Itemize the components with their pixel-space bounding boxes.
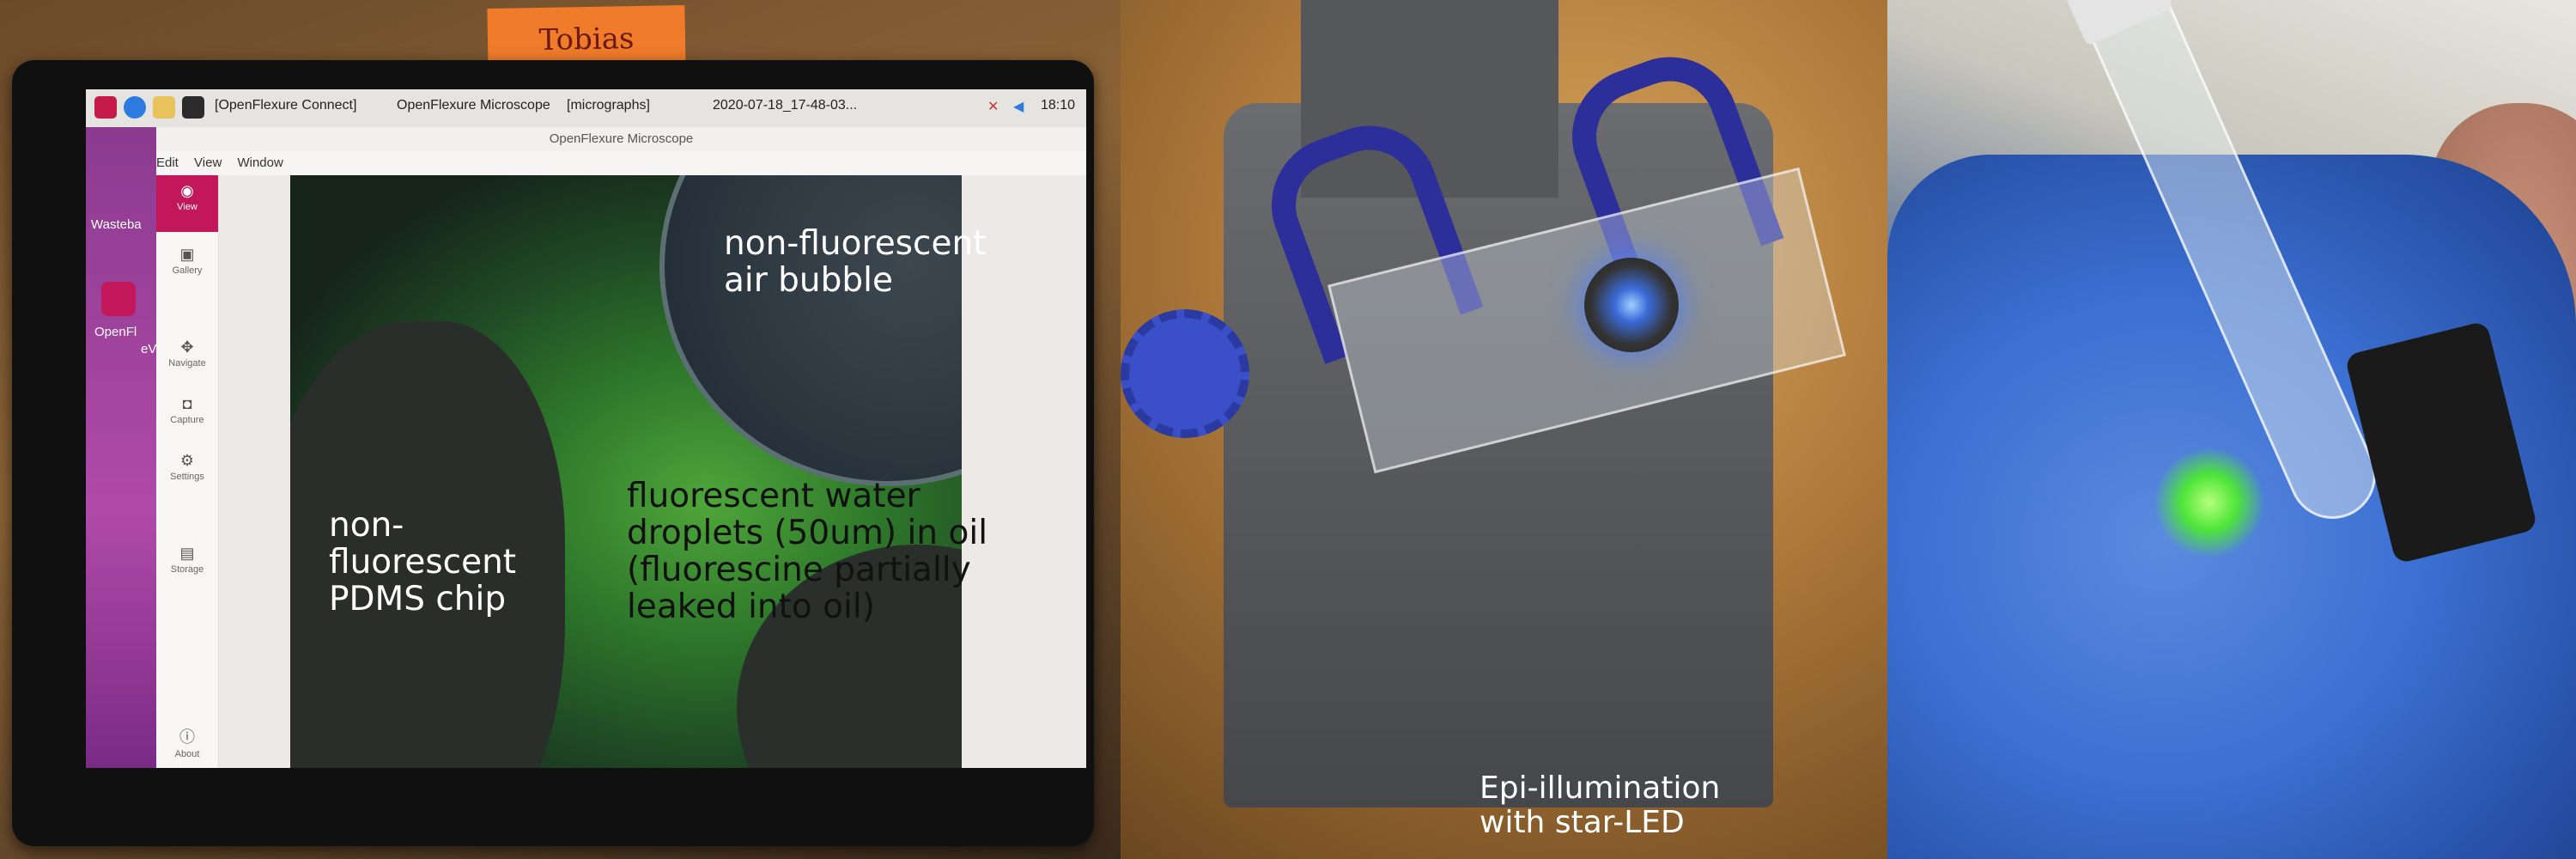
sidebar-item-settings[interactable]: ⚙ Settings xyxy=(156,452,218,482)
taskbar-item[interactable]: OpenFlexure Microscope xyxy=(397,98,550,113)
menu-item[interactable]: Window xyxy=(237,155,283,170)
window-title: OpenFlexure Microscope xyxy=(156,127,1086,151)
sidebar-item-about[interactable]: ⓘ About xyxy=(156,725,218,759)
gallery-icon: ▣ xyxy=(179,246,195,263)
gear xyxy=(1121,309,1249,438)
air-bubble xyxy=(659,175,962,486)
taskbar-item[interactable]: 2020-07-18_17-48-03... xyxy=(713,98,857,113)
menu-item[interactable]: Edit xyxy=(156,155,179,170)
sidebar-item-storage[interactable]: ▤ Storage xyxy=(156,545,218,575)
taskbar-item[interactable]: [micrographs] xyxy=(567,98,650,113)
annotation-pdms: non- fluorescent PDMS chip xyxy=(329,506,517,618)
clock: 18:10 xyxy=(1041,98,1076,113)
monitor-screen: [OpenFlexure Connect] OpenFlexure Micros… xyxy=(86,89,1086,768)
menu-item[interactable]: View xyxy=(194,155,222,170)
sidebar-item-capture[interactable]: ◘ Capture xyxy=(156,395,218,425)
annotation-epi: Epi-illumination with star-LED xyxy=(1479,771,1721,840)
annotation-droplets: fluorescent water droplets (50um) in oil… xyxy=(627,477,988,626)
volume-icon[interactable]: ◀ xyxy=(1013,98,1024,115)
fluorescent-liquid xyxy=(2154,447,2265,558)
desktop: Wasteba OpenFl eV xyxy=(86,127,156,768)
network-icon[interactable]: ✕ xyxy=(987,98,999,115)
camera-icon: ◘ xyxy=(182,395,192,412)
menu-bar: Edit View Window xyxy=(156,151,1086,175)
raspberry-icon[interactable] xyxy=(94,96,117,119)
sidebar: ◉ View ▣ Gallery ✥ Navigate ◘ Capture ⚙ … xyxy=(156,175,219,768)
browser-icon[interactable] xyxy=(124,96,146,119)
storage-icon: ▤ xyxy=(179,545,195,562)
taskbar-item[interactable]: [OpenFlexure Connect] xyxy=(215,98,356,113)
info-icon: ⓘ xyxy=(179,728,195,746)
desktop-icon-label[interactable]: Wasteba xyxy=(91,217,142,232)
vial-photo xyxy=(1887,0,2576,859)
move-icon: ✥ xyxy=(180,338,194,356)
tube-cap xyxy=(2059,0,2174,46)
folder-icon[interactable] xyxy=(153,96,175,119)
desktop-icon-label[interactable]: OpenFl xyxy=(94,325,137,339)
sidebar-item-view[interactable]: ◉ View xyxy=(156,175,218,232)
terminal-icon[interactable] xyxy=(182,96,204,119)
microscope-photo: Epi-illumination with star-LED xyxy=(1121,0,1887,859)
taskbar: [OpenFlexure Connect] OpenFlexure Micros… xyxy=(86,89,1086,128)
sidebar-item-navigate[interactable]: ✥ Navigate xyxy=(156,338,218,369)
objective-led xyxy=(1584,258,1679,352)
annotation-air-bubble: non-fluorescent air bubble xyxy=(724,224,987,300)
eye-icon: ◉ xyxy=(180,182,194,199)
desktop-icon-label[interactable]: eV xyxy=(141,342,156,356)
monitor-photo: Tobias Wenzel [OpenFlexure Connect] Open… xyxy=(0,0,1121,859)
gear-icon: ⚙ xyxy=(179,452,195,469)
openflexure-icon[interactable] xyxy=(101,282,136,316)
sidebar-item-gallery[interactable]: ▣ Gallery xyxy=(156,246,218,276)
